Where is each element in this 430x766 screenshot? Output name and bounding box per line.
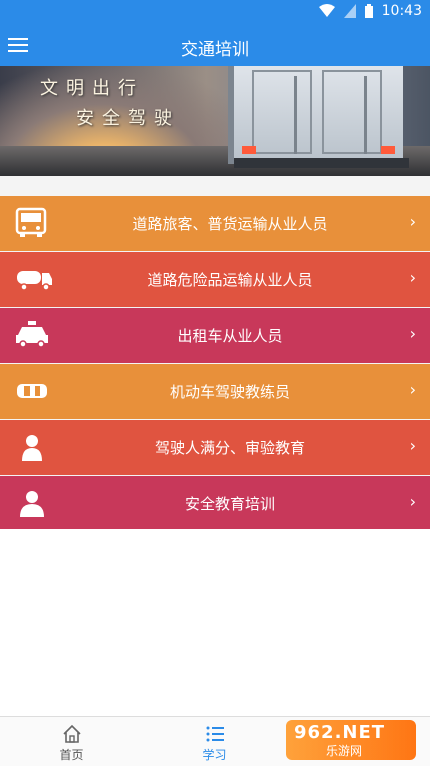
chevron-right-icon: ›	[409, 436, 416, 455]
page-title: 交通培训	[181, 40, 249, 60]
chevron-right-icon: ›	[409, 380, 416, 399]
wifi-icon	[318, 4, 335, 17]
signal-icon	[343, 4, 356, 18]
list-icon	[206, 726, 224, 742]
watermark-subtext: 乐游网	[326, 744, 363, 758]
chevron-right-icon: ›	[409, 212, 416, 231]
watermark-text: 962.NET	[294, 722, 386, 743]
taxi-icon	[16, 321, 48, 348]
tab-home-label: 首页	[59, 748, 84, 762]
tab-home[interactable]: 首页	[0, 717, 143, 766]
person-icon	[20, 491, 44, 517]
banner-image: 文明出行 安全驾驶	[0, 66, 430, 176]
chevron-right-icon: ›	[409, 268, 416, 287]
menu-item-label: 道路旅客、普货运输从业人员	[132, 215, 328, 233]
person-icon	[22, 435, 42, 461]
menu-item-instructor[interactable]: 机动车驾驶教练员 ›	[0, 364, 430, 419]
menu-item-label: 机动车驾驶教练员	[169, 383, 290, 401]
menu-item-passenger-freight[interactable]: 道路旅客、普货运输从业人员 ›	[0, 196, 430, 251]
site-watermark-logo: 962.NET 乐游网	[286, 716, 424, 766]
clock: 10:43	[381, 3, 422, 19]
tab-study[interactable]: 学习	[143, 717, 286, 766]
menu-item-hazardous[interactable]: 道路危险品运输从业人员 ›	[0, 252, 430, 307]
app-bar: 交通培训	[0, 24, 430, 66]
car-top-icon	[17, 384, 47, 398]
status-bar: 10:43	[0, 0, 430, 24]
menu-item-taxi[interactable]: 出租车从业人员 ›	[0, 308, 430, 363]
tanker-truck-icon	[17, 271, 52, 291]
tab-study-label: 学习	[202, 748, 227, 762]
chevron-right-icon: ›	[409, 492, 416, 511]
menu-item-label: 驾驶人满分、审验教育	[154, 439, 305, 457]
training-category-list: 道路旅客、普货运输从业人员 › 道路危险品运输从业人员 › 出租车从业人员 › …	[0, 196, 430, 532]
battery-icon	[364, 4, 373, 18]
menu-item-label: 道路危险品运输从业人员	[147, 271, 313, 289]
menu-item-label: 出租车从业人员	[177, 327, 283, 345]
menu-item-label: 安全教育培训	[184, 495, 275, 513]
truck-illustration	[228, 66, 409, 168]
menu-item-driver-education[interactable]: 驾驶人满分、审验教育 ›	[0, 420, 430, 475]
empty-content-area	[0, 529, 430, 716]
bus-icon	[15, 207, 47, 237]
chevron-right-icon: ›	[409, 324, 416, 343]
banner-slogan-1: 文明出行	[40, 78, 144, 99]
banner-slogan-2: 安全驾驶	[76, 108, 180, 129]
status-icons: 10:43	[318, 3, 422, 19]
home-icon	[63, 724, 81, 743]
menu-item-safety-training[interactable]: 安全教育培训 ›	[0, 476, 430, 531]
